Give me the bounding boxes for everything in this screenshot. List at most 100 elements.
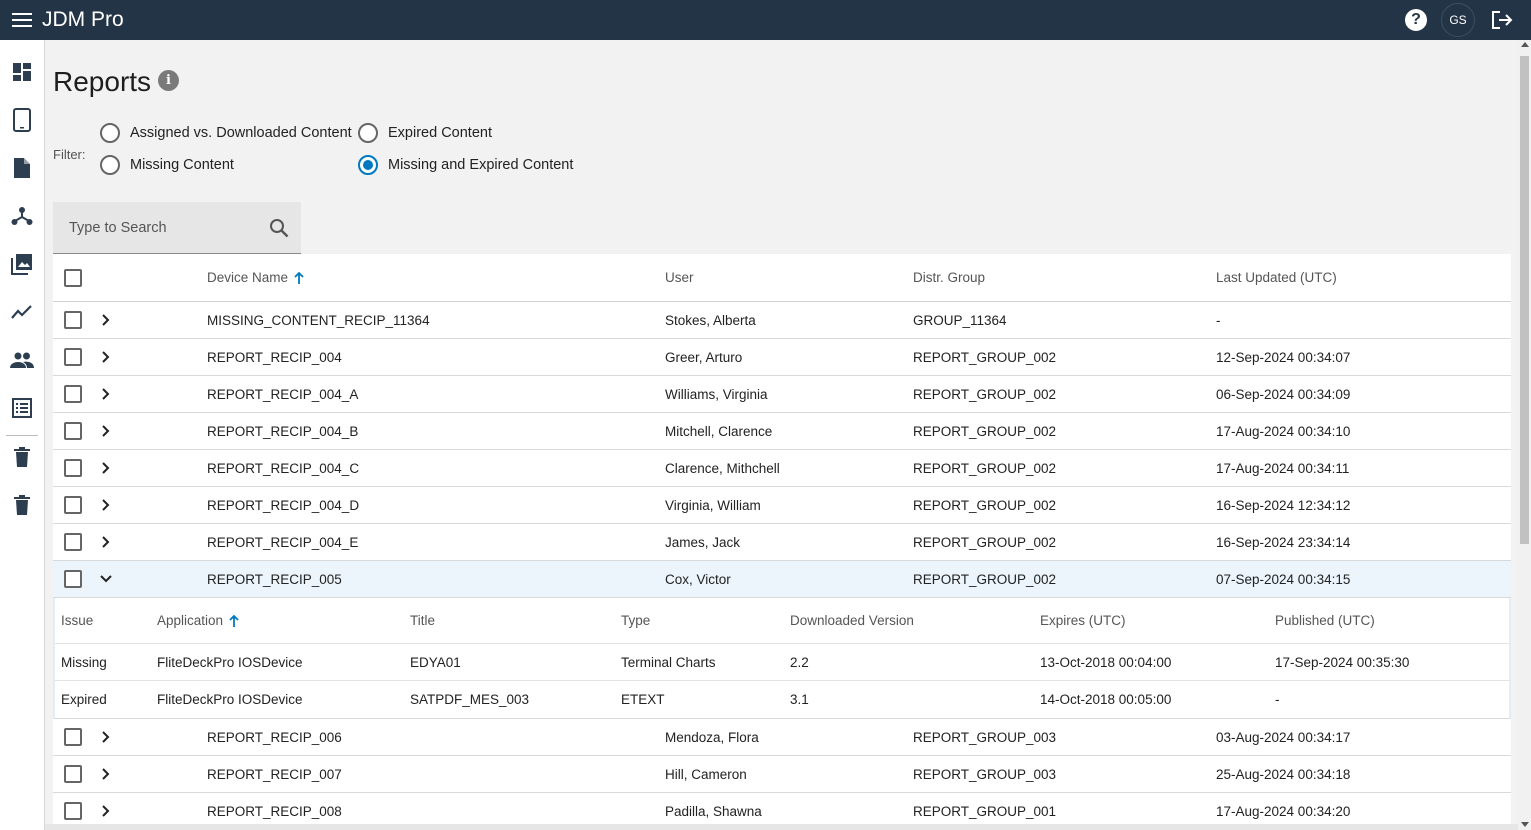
title: SATPDF_MES_003 (410, 692, 530, 707)
column-header-application[interactable]: Application (157, 598, 239, 643)
detail-row: Expired FliteDeckPro IOSDevice SATPDF_ME… (55, 681, 1509, 718)
main-content: Reports i Filter: Assigned vs. Downloade… (45, 40, 1518, 830)
row-checkbox[interactable] (64, 533, 82, 551)
horizontal-scrollbar[interactable] (45, 824, 1518, 830)
table-row[interactable]: REPORT_RECIP_004_E James, Jack REPORT_GR… (53, 524, 1511, 561)
table-row[interactable]: REPORT_RECIP_004_C Clarence, Mithchell R… (53, 450, 1511, 487)
table-row-expanded[interactable]: REPORT_RECIP_005 Cox, Victor REPORT_GROU… (53, 561, 1511, 598)
search-input[interactable] (53, 219, 253, 236)
expand-chevron-icon[interactable] (101, 756, 111, 792)
last-updated: 16-Sep-2024 23:34:14 (1216, 534, 1351, 550)
issue: Expired (61, 692, 107, 707)
search-icon[interactable] (269, 218, 289, 243)
column-header-device-name[interactable]: Device Name (207, 254, 304, 301)
image-library-icon[interactable] (0, 244, 44, 284)
expand-chevron-icon[interactable] (101, 524, 111, 560)
radio-label: Missing and Expired Content (388, 157, 574, 173)
radio-label: Expired Content (388, 125, 492, 141)
row-checkbox[interactable] (64, 348, 82, 366)
expand-chevron-icon[interactable] (101, 487, 111, 523)
menu-icon[interactable] (0, 0, 44, 40)
device-name: REPORT_RECIP_004_E (207, 534, 359, 550)
expand-chevron-icon[interactable] (101, 302, 111, 338)
user-avatar[interactable]: GS (1441, 3, 1475, 37)
device-name: REPORT_RECIP_007 (207, 766, 342, 782)
filter-radio-missing[interactable]: Missing Content (100, 155, 234, 175)
page-title: Reports (53, 66, 152, 97)
scroll-down-arrow-icon[interactable] (1521, 822, 1529, 827)
tablet-icon[interactable] (0, 100, 44, 140)
table-row[interactable]: REPORT_RECIP_007 Hill, Cameron REPORT_GR… (53, 756, 1511, 793)
radio-label: Missing Content (130, 157, 234, 173)
row-checkbox[interactable] (64, 385, 82, 403)
user: Mitchell, Clarence (665, 423, 773, 439)
row-checkbox[interactable] (64, 311, 82, 329)
filter-radio-assigned-vs-downloaded[interactable]: Assigned vs. Downloaded Content (100, 123, 352, 143)
row-checkbox[interactable] (64, 728, 82, 746)
row-checkbox[interactable] (64, 459, 82, 477)
device-name: REPORT_RECIP_004_A (207, 386, 359, 402)
row-checkbox[interactable] (64, 765, 82, 783)
people-icon[interactable] (0, 340, 44, 380)
last-updated: 12-Sep-2024 00:34:07 (1216, 349, 1351, 365)
user: Greer, Arturo (665, 349, 743, 365)
distr-group: REPORT_GROUP_002 (913, 349, 1057, 365)
expand-chevron-icon[interactable] (101, 450, 111, 486)
table-row[interactable]: REPORT_RECIP_004_B Mitchell, Clarence RE… (53, 413, 1511, 450)
info-icon[interactable]: i (158, 70, 179, 91)
column-header-expires[interactable]: Expires (UTC) (1040, 598, 1126, 643)
expand-chevron-icon[interactable] (101, 339, 111, 375)
table-row[interactable]: REPORT_RECIP_006 Mendoza, Flora REPORT_G… (53, 719, 1511, 756)
list-icon[interactable] (0, 388, 44, 428)
column-header-published[interactable]: Published (UTC) (1275, 598, 1375, 643)
last-updated: 03-Aug-2024 00:34:17 (1216, 729, 1351, 745)
column-header-distr-group[interactable]: Distr. Group (913, 254, 985, 301)
dashboard-icon[interactable] (0, 52, 44, 92)
published: - (1275, 692, 1280, 707)
radio-icon-selected (358, 155, 378, 175)
issue: Missing (61, 654, 107, 670)
hierarchy-icon[interactable] (0, 196, 44, 236)
column-header-last-updated[interactable]: Last Updated (UTC) (1216, 254, 1337, 301)
table-row[interactable]: REPORT_RECIP_004_D Virginia, William REP… (53, 487, 1511, 524)
expires: 13-Oct-2018 00:04:00 (1040, 654, 1172, 670)
radio-icon (100, 155, 120, 175)
collapse-chevron-icon[interactable] (99, 561, 113, 597)
logout-icon[interactable] (1487, 0, 1517, 40)
row-checkbox[interactable] (64, 802, 82, 820)
column-header-title[interactable]: Title (410, 598, 435, 643)
application: FliteDeckPro IOSDevice (157, 654, 303, 670)
filter-radio-missing-and-expired[interactable]: Missing and Expired Content (358, 155, 573, 175)
row-checkbox[interactable] (64, 422, 82, 440)
top-bar: JDM Pro ? GS (0, 0, 1531, 40)
expand-chevron-icon[interactable] (101, 719, 111, 755)
last-updated: 17-Aug-2024 00:34:11 (1216, 460, 1350, 476)
distr-group: REPORT_GROUP_002 (913, 571, 1057, 587)
table-row[interactable]: REPORT_RECIP_004_A Williams, Virginia RE… (53, 376, 1511, 413)
trend-chart-icon[interactable] (0, 292, 44, 332)
help-icon[interactable]: ? (1405, 9, 1427, 31)
scroll-thumb[interactable] (1520, 56, 1529, 544)
table-row[interactable]: REPORT_RECIP_004 Greer, Arturo REPORT_GR… (53, 339, 1511, 376)
column-header-downloaded-version[interactable]: Downloaded Version (790, 598, 914, 643)
radio-icon (100, 123, 120, 143)
table-row[interactable]: MISSING_CONTENT_RECIP_11364 Stokes, Albe… (53, 302, 1511, 339)
row-checkbox[interactable] (64, 570, 82, 588)
column-header-user[interactable]: User (665, 254, 694, 301)
trash-icon[interactable] (0, 485, 44, 525)
vertical-scrollbar[interactable] (1518, 40, 1531, 830)
filter-radio-expired[interactable]: Expired Content (358, 123, 492, 143)
scroll-up-arrow-icon[interactable] (1521, 42, 1529, 47)
column-header-issue[interactable]: Issue (61, 598, 93, 643)
expand-chevron-icon[interactable] (101, 376, 111, 412)
column-header-type[interactable]: Type (621, 598, 650, 643)
expand-chevron-icon[interactable] (101, 413, 111, 449)
search-box (53, 202, 301, 254)
trash-icon[interactable] (0, 437, 44, 477)
last-updated: 06-Sep-2024 00:34:09 (1216, 386, 1351, 402)
document-icon[interactable] (0, 148, 44, 188)
row-checkbox[interactable] (64, 496, 82, 514)
select-all-checkbox[interactable] (64, 268, 82, 287)
app-title: JDM Pro (42, 8, 124, 31)
distr-group: REPORT_GROUP_002 (913, 497, 1057, 513)
